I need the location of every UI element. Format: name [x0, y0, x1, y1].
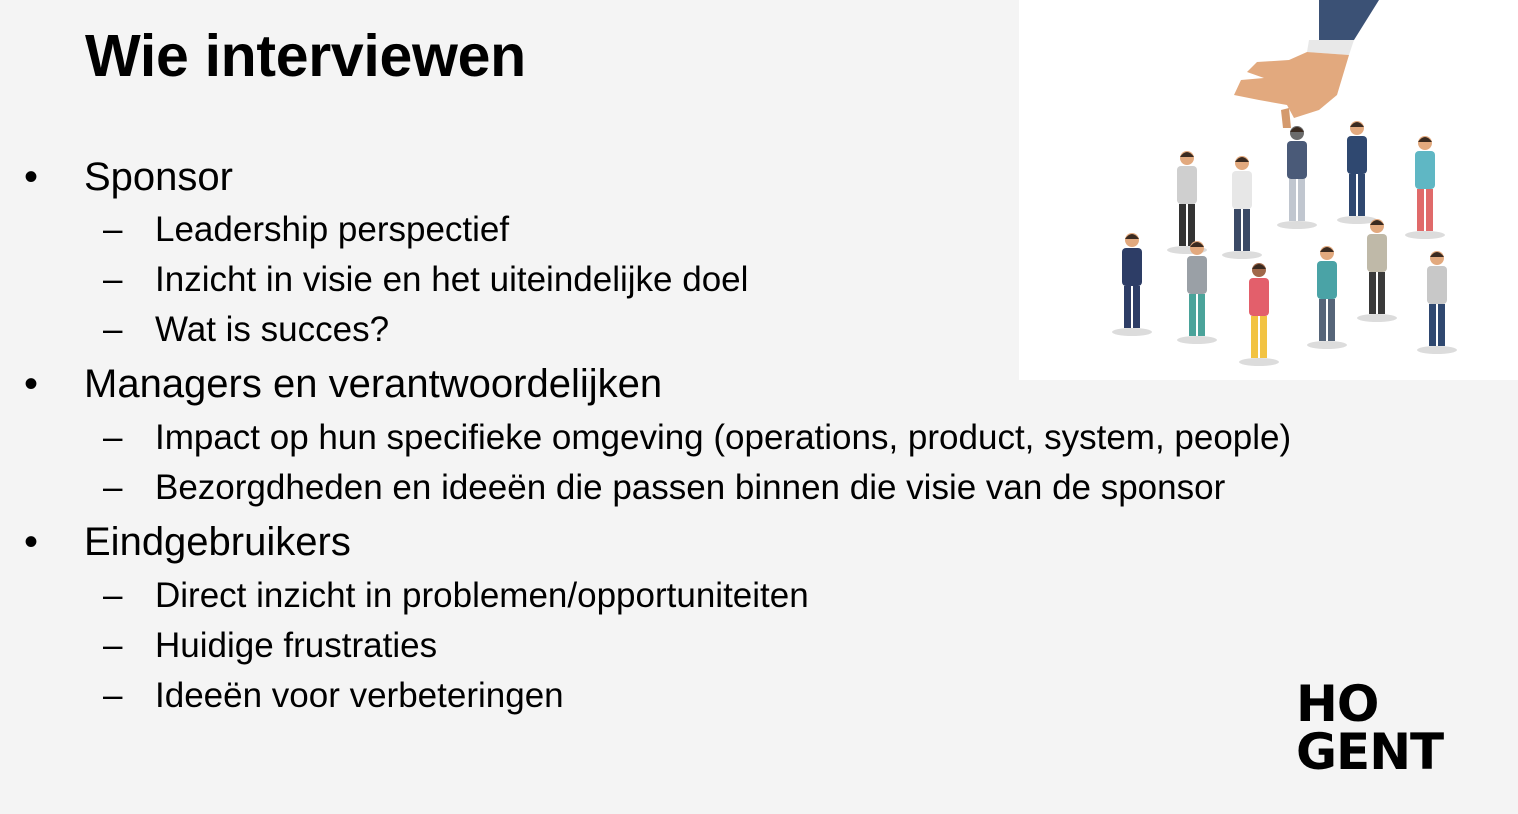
sub-item-text: Impact op hun specifieke omgeving (opera…: [155, 418, 1292, 457]
sub-item: – Direct inzicht in problemen/opportunit…: [103, 576, 809, 616]
bullet-icon: •: [24, 520, 39, 564]
sub-item-text: Ideeën voor verbeteringen: [155, 676, 564, 715]
sub-item-text: Inzicht in visie en het uiteindelijke do…: [155, 260, 749, 299]
bullet-text: Sponsor: [84, 155, 233, 199]
bullet-icon: •: [24, 362, 39, 406]
dash-icon: –: [103, 210, 123, 249]
sub-item: – Bezorgdheden en ideeën die passen binn…: [103, 468, 1226, 508]
dash-icon: –: [103, 418, 123, 457]
sub-item-text: Leadership perspectief: [155, 210, 510, 249]
sub-item-text: Direct inzicht in problemen/opportunitei…: [155, 576, 809, 615]
logo-line-2: GENT: [1296, 723, 1444, 781]
dash-icon: –: [103, 260, 123, 299]
bullet-text: Managers en verantwoordelijken: [84, 362, 663, 406]
dash-icon: –: [103, 676, 123, 715]
sub-item: – Wat is succes?: [103, 310, 390, 350]
bullet-item-eindgebruikers: • Eindgebruikers: [24, 520, 351, 565]
sub-item: – Leadership perspectief: [103, 210, 510, 250]
dash-icon: –: [103, 310, 123, 349]
bullet-text: Eindgebruikers: [84, 520, 351, 564]
sub-item-text: Wat is succes?: [155, 310, 390, 349]
hogent-logo: HO GENT: [1296, 675, 1471, 781]
logo-line-1: HO: [1296, 675, 1379, 733]
sub-item-text: Bezorgdheden en ideeën die passen binnen…: [155, 468, 1226, 507]
sub-item: – Ideeën voor verbeteringen: [103, 676, 564, 716]
bullet-icon: •: [24, 155, 39, 199]
sub-item: – Inzicht in visie en het uiteindelijke …: [103, 260, 749, 300]
sub-item-text: Huidige frustraties: [155, 626, 438, 665]
dash-icon: –: [103, 626, 123, 665]
hand-picking-person-from-crowd-icon: [1019, 0, 1518, 380]
bullet-item-managers: • Managers en verantwoordelijken: [24, 362, 663, 407]
bullet-item-sponsor: • Sponsor: [24, 155, 233, 200]
sub-item: – Impact op hun specifieke omgeving (ope…: [103, 418, 1292, 458]
dash-icon: –: [103, 576, 123, 615]
sub-item: – Huidige frustraties: [103, 626, 438, 666]
dash-icon: –: [103, 468, 123, 507]
